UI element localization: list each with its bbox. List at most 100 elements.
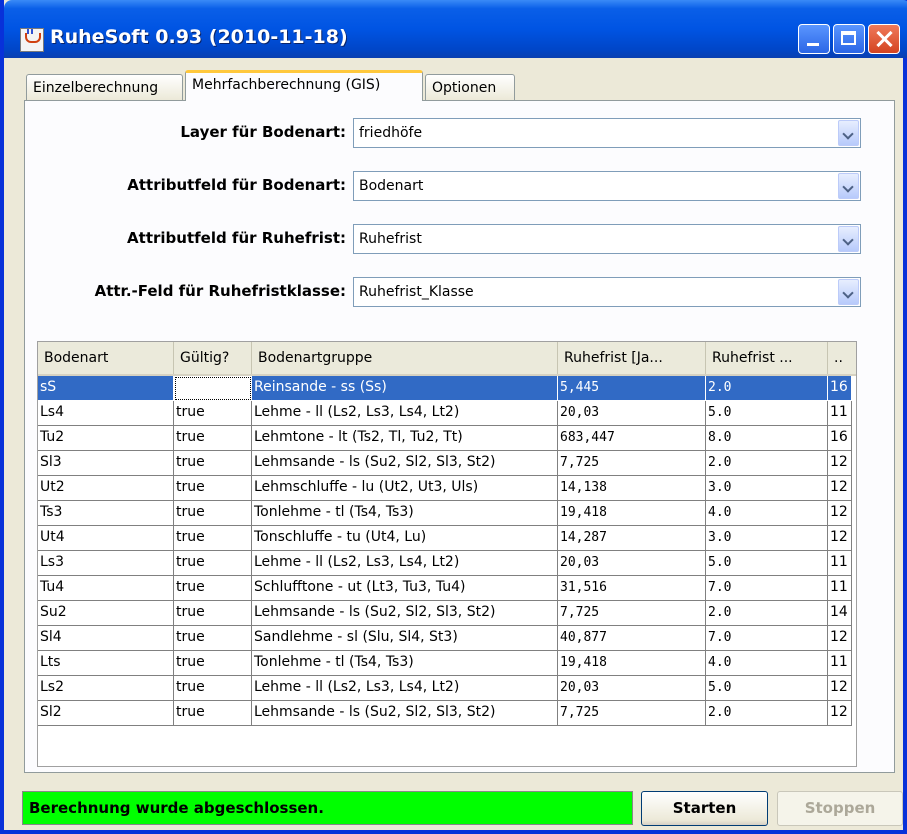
cell-bodenartgruppe[interactable]: Lehmtone - lt (Ts2, Tl, Tu2, Tt)	[252, 426, 558, 451]
cell-bodenart[interactable]: sS	[38, 376, 174, 401]
cell-more[interactable]: 11	[828, 576, 852, 601]
column-header-bodenart[interactable]: Bodenart	[38, 342, 174, 374]
cell-bodenart[interactable]: Ls4	[38, 401, 174, 426]
table-row[interactable]: Tu4 true Schlufftone - ut (Lt3, Tu3, Tu4) 3…	[38, 576, 852, 601]
cell-gueltig[interactable]: true	[174, 501, 252, 526]
cell-bodenart[interactable]: Lts	[38, 651, 174, 676]
cell-bodenartgruppe[interactable]: Lehmsande - ls (Su2, Sl2, Sl3, St2)	[252, 451, 558, 476]
cell-gueltig[interactable]: true	[174, 551, 252, 576]
cell-ruhefrist-klasse[interactable]: 2.0	[706, 601, 828, 626]
cell-ruhefrist-jahre[interactable]: 14,138	[558, 476, 706, 501]
cell-more[interactable]: 12	[828, 501, 852, 526]
cell-ruhefrist-jahre[interactable]: 20,03	[558, 676, 706, 701]
cell-ruhefrist-klasse[interactable]: 3.0	[706, 526, 828, 551]
cell-more[interactable]: 16	[828, 376, 852, 401]
tab-optionen[interactable]: Optionen	[425, 74, 515, 100]
column-header-gueltig[interactable]: Gültig?	[174, 342, 252, 374]
cell-bodenartgruppe[interactable]: Lehme - ll (Ls2, Ls3, Ls4, Lt2)	[252, 676, 558, 701]
cell-ruhefrist-jahre[interactable]: 31,516	[558, 576, 706, 601]
cell-more[interactable]: 14	[828, 601, 852, 626]
cell-gueltig[interactable]: true	[174, 476, 252, 501]
cell-bodenartgruppe[interactable]: Lehme - ll (Ls2, Ls3, Ls4, Lt2)	[252, 401, 558, 426]
cell-bodenart[interactable]: Ls3	[38, 551, 174, 576]
cell-bodenart[interactable]: Tu4	[38, 576, 174, 601]
table-row[interactable]: Sl2 true Lehmsande - ls (Su2, Sl2, Sl3, St…	[38, 701, 852, 726]
cell-more[interactable]: 11	[828, 551, 852, 576]
cell-ruhefrist-jahre[interactable]: 7,725	[558, 601, 706, 626]
cell-ruhefrist-klasse[interactable]: 5.0	[706, 401, 828, 426]
table-row[interactable]: Ls4 true Lehme - ll (Ls2, Ls3, Ls4, Lt2) 20…	[38, 401, 852, 426]
table-row[interactable]: Lts true Tonlehme - tl (Ts4, Ts3) 19,418 4.0…	[38, 651, 852, 676]
table-row[interactable]: sS Reinsande - ss (Ss) 5,445 2.0 16	[38, 376, 852, 401]
cell-bodenartgruppe[interactable]: Lehmsande - ls (Su2, Sl2, Sl3, St2)	[252, 601, 558, 626]
cell-bodenartgruppe[interactable]: Sandlehme - sl (Slu, Sl4, St3)	[252, 626, 558, 651]
cell-bodenart[interactable]: Sl3	[38, 451, 174, 476]
column-header-more[interactable]: ..	[828, 342, 856, 374]
cell-ruhefrist-jahre[interactable]: 19,418	[558, 501, 706, 526]
table-row[interactable]: Ts3 true Tonlehme - tl (Ts4, Ts3) 19,418 4.0…	[38, 501, 852, 526]
cell-gueltig[interactable]: true	[174, 701, 252, 726]
table-row[interactable]: Sl3 true Lehmsande - ls (Su2, Sl2, Sl3, St…	[38, 451, 852, 476]
cell-ruhefrist-jahre[interactable]: 683,447	[558, 426, 706, 451]
tab-mehrfachberechnung[interactable]: Mehrfachberechnung (GIS)	[185, 70, 423, 101]
chevron-down-icon[interactable]	[838, 226, 859, 252]
cell-ruhefrist-klasse[interactable]: 8.0	[706, 426, 828, 451]
table-row[interactable]: Sl4 true Sandlehme - sl (Slu, Sl4, St3) 40,…	[38, 626, 852, 651]
table-row[interactable]: Ut4 true Tonschluffe - tu (Ut4, Lu) 14,287 3…	[38, 526, 852, 551]
cell-ruhefrist-klasse[interactable]: 5.0	[706, 676, 828, 701]
soil-field-select[interactable]: Bodenart	[353, 171, 861, 201]
cell-bodenartgruppe[interactable]: Schlufftone - ut (Lt3, Tu3, Tu4)	[252, 576, 558, 601]
cell-ruhefrist-klasse[interactable]: 2.0	[706, 451, 828, 476]
cell-gueltig[interactable]: true	[174, 676, 252, 701]
cell-gueltig[interactable]: true	[174, 451, 252, 476]
chevron-down-icon[interactable]	[838, 120, 859, 146]
stop-button[interactable]: Stoppen	[777, 791, 903, 826]
rest-field-select[interactable]: Ruhefrist	[353, 224, 861, 254]
cell-bodenart[interactable]: Ut2	[38, 476, 174, 501]
cell-more[interactable]: 12	[828, 701, 852, 726]
cell-ruhefrist-klasse[interactable]: 7.0	[706, 626, 828, 651]
cell-more[interactable]: 12	[828, 626, 852, 651]
cell-gueltig[interactable]: true	[174, 651, 252, 676]
cell-gueltig[interactable]: true	[174, 526, 252, 551]
cell-more[interactable]: 16	[828, 426, 852, 451]
cell-bodenart[interactable]: Sl2	[38, 701, 174, 726]
cell-ruhefrist-jahre[interactable]: 7,725	[558, 451, 706, 476]
cell-bodenartgruppe[interactable]: Tonlehme - tl (Ts4, Ts3)	[252, 501, 558, 526]
table-row[interactable]: Tu2 true Lehmtone - lt (Ts2, Tl, Tu2, Tt) 6…	[38, 426, 852, 451]
tab-einzelberechnung[interactable]: Einzelberechnung	[26, 74, 183, 100]
cell-gueltig[interactable]: true	[174, 601, 252, 626]
table-row[interactable]: Ls3 true Lehme - ll (Ls2, Ls3, Ls4, Lt2) 20…	[38, 551, 852, 576]
cell-ruhefrist-klasse[interactable]: 4.0	[706, 651, 828, 676]
cell-ruhefrist-jahre[interactable]: 20,03	[558, 401, 706, 426]
chevron-down-icon[interactable]	[838, 173, 859, 199]
cell-bodenartgruppe[interactable]: Tonlehme - tl (Ts4, Ts3)	[252, 651, 558, 676]
close-button[interactable]	[868, 24, 900, 54]
cell-bodenartgruppe[interactable]: Lehme - ll (Ls2, Ls3, Ls4, Lt2)	[252, 551, 558, 576]
cell-gueltig[interactable]	[174, 376, 252, 401]
cell-bodenart[interactable]: Ut4	[38, 526, 174, 551]
cell-ruhefrist-klasse[interactable]: 3.0	[706, 476, 828, 501]
cell-ruhefrist-klasse[interactable]: 2.0	[706, 376, 828, 401]
chevron-down-icon[interactable]	[838, 279, 859, 305]
cell-ruhefrist-jahre[interactable]: 20,03	[558, 551, 706, 576]
cell-bodenart[interactable]: Ts3	[38, 501, 174, 526]
cell-gueltig[interactable]: true	[174, 401, 252, 426]
cell-bodenartgruppe[interactable]: Lehmschluffe - lu (Ut2, Ut3, Uls)	[252, 476, 558, 501]
cell-ruhefrist-jahre[interactable]: 5,445	[558, 376, 706, 401]
column-header-bodenartgruppe[interactable]: Bodenartgruppe	[252, 342, 558, 374]
cell-ruhefrist-jahre[interactable]: 7,725	[558, 701, 706, 726]
cell-gueltig[interactable]: true	[174, 626, 252, 651]
cell-ruhefrist-klasse[interactable]: 2.0	[706, 701, 828, 726]
cell-more[interactable]: 12	[828, 526, 852, 551]
cell-ruhefrist-klasse[interactable]: 5.0	[706, 551, 828, 576]
rest-class-select[interactable]: Ruhefrist_Klasse	[353, 277, 861, 307]
start-button[interactable]: Starten	[641, 791, 768, 826]
cell-more[interactable]: 11	[828, 651, 852, 676]
cell-bodenartgruppe[interactable]: Tonschluffe - tu (Ut4, Lu)	[252, 526, 558, 551]
cell-more[interactable]: 12	[828, 451, 852, 476]
maximize-button[interactable]	[833, 24, 865, 54]
cell-bodenartgruppe[interactable]: Lehmsande - ls (Su2, Sl2, Sl3, St2)	[252, 701, 558, 726]
table-row[interactable]: Su2 true Lehmsande - ls (Su2, Sl2, Sl3, St…	[38, 601, 852, 626]
cell-bodenartgruppe[interactable]: Reinsande - ss (Ss)	[252, 376, 558, 401]
